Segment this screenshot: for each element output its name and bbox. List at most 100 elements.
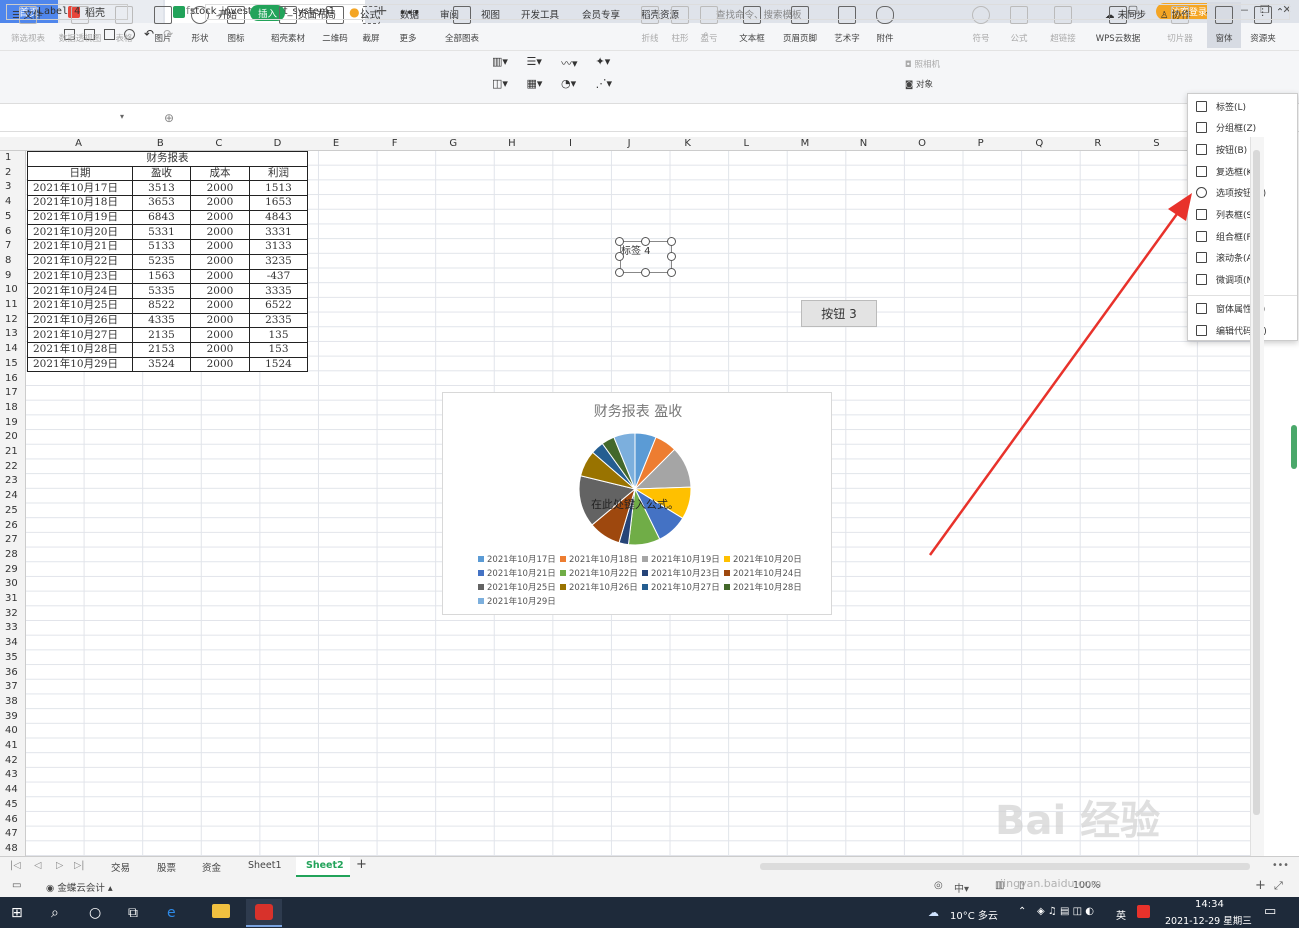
edge-browser-icon[interactable]: e [167,905,176,921]
stock-chart-icon[interactable]: ▦▾ [527,77,560,97]
row-header[interactable]: 36 [0,666,26,681]
row-header[interactable]: 1 [0,151,26,166]
name-box-dropdown-icon[interactable]: ▾ [120,112,124,121]
table-cell[interactable]: 5335 [132,283,191,299]
table-cell[interactable]: 1653 [249,195,308,211]
column-header[interactable]: J [600,137,659,151]
ribbon-picture[interactable]: 图片 [149,2,177,48]
header-revenue[interactable]: 盈收 [132,165,191,182]
scroll-thumb[interactable] [1253,150,1260,815]
table-cell[interactable]: 2000 [190,180,250,197]
table-cell[interactable]: 3133 [249,239,308,255]
row-header[interactable]: 31 [0,592,26,607]
cortana-icon[interactable]: ○ [89,905,101,921]
table-cell[interactable]: 5235 [132,253,191,270]
row-header[interactable]: 34 [0,636,26,651]
radar-chart-icon[interactable]: ✦▾ [596,55,629,75]
row-header[interactable]: 4 [0,195,26,210]
table-cell[interactable]: 6843 [132,209,191,226]
table-cell[interactable]: 153 [249,341,308,358]
table-cell[interactable]: -437 [249,268,308,285]
row-header[interactable]: 40 [0,724,26,739]
row-header[interactable]: 19 [0,416,26,431]
table-cell[interactable]: 2000 [190,268,250,285]
eye-protection-icon[interactable]: ◎ [934,880,943,891]
windows-start-icon[interactable]: ⊞ [11,905,23,921]
table-cell[interactable]: 8522 [132,297,191,314]
side-panel-handle[interactable] [1291,425,1297,469]
column-header[interactable]: O [893,137,952,151]
legend-item[interactable]: 2021年10月27日 [642,581,720,593]
row-header[interactable]: 3 [0,180,26,195]
column-chart-icon[interactable]: ▥▾ [492,55,525,75]
column-header[interactable]: S [1127,137,1186,151]
row-header[interactable]: 14 [0,342,26,357]
fx-label[interactable]: fx [186,4,196,17]
zoom-formula-icon[interactable]: ⊕ [164,111,174,125]
row-header[interactable]: 32 [0,607,26,622]
ribbon-camera[interactable]: ◘ 照相机 [905,58,940,70]
last-sheet-button[interactable]: ▷| [74,860,85,871]
input-language[interactable]: 英 [1116,907,1126,922]
formula-input[interactable] [205,4,1290,20]
column-header[interactable]: I [541,137,600,151]
column-header[interactable]: D [248,137,307,151]
header-date[interactable]: 日期 [27,165,133,182]
column-header[interactable]: F [365,137,424,151]
table-cell[interactable]: 3335 [249,283,308,299]
row-header[interactable]: 44 [0,783,26,798]
row-header[interactable]: 12 [0,313,26,328]
dropdown-item[interactable]: 复选框(K) [1196,161,1256,181]
row-header[interactable]: 16 [0,372,26,387]
table-cell[interactable]: 1513 [249,180,308,197]
resize-handle[interactable] [615,252,624,261]
zoom-in-button[interactable]: + [1255,878,1266,893]
task-view-icon[interactable]: ⧉ [128,905,138,921]
column-header[interactable]: R [1069,137,1128,151]
row-header[interactable]: 15 [0,357,26,372]
column-header[interactable]: Q [1010,137,1069,151]
table-cell[interactable]: 135 [249,327,308,343]
table-cell[interactable]: 2000 [190,253,250,270]
column-header[interactable]: G [424,137,483,151]
legend-item[interactable]: 2021年10月28日 [724,581,802,593]
table-cell[interactable]: 1524 [249,356,308,373]
row-header[interactable]: 11 [0,298,26,313]
sogou-input-icon[interactable] [1137,905,1150,918]
wps-taskbar-button[interactable] [246,899,282,927]
column-header[interactable]: C [190,137,249,151]
table-cell[interactable]: 2000 [190,327,250,343]
next-sheet-button[interactable]: ▷ [56,860,63,871]
column-header[interactable]: P [951,137,1010,151]
finance-table[interactable]: 财务报表 日期 盈收 成本 利润 2021年10月17日 3513 2000 1513… [27,151,308,373]
row-header[interactable]: 30 [0,577,26,592]
legend-item[interactable]: 2021年10月26日 [560,581,638,593]
row-header[interactable]: 45 [0,798,26,813]
column-header[interactable]: N [834,137,893,151]
row-header[interactable]: 17 [0,386,26,401]
notification-icon[interactable]: ▭ [1264,904,1276,919]
fullscreen-icon[interactable]: ⤢ [1274,879,1283,893]
sheet-tab-sheet2[interactable]: Sheet2 [306,860,344,871]
table-cell[interactable]: 2000 [190,195,250,211]
legend-item[interactable]: 2021年10月20日 [724,553,802,565]
header-profit[interactable]: 利润 [249,165,308,182]
pie-chart[interactable]: 财务报表 盈收 在此处键入公式。 2021年10月17日 2021年10月18日 2… [442,392,832,615]
row-header[interactable]: 8 [0,254,26,269]
kingdee-app[interactable]: ◉ 金蝶云会计 ▴ [46,880,113,894]
row-header[interactable]: 26 [0,519,26,534]
row-header[interactable]: 2 [0,166,26,181]
table-cell[interactable]: 2021年10月17日 [27,180,133,197]
legend-item[interactable]: 2021年10月17日 [478,553,556,565]
sheet-tab-sheet1[interactable]: Sheet1 [248,860,282,871]
sheet-more-icon[interactable]: ••• [1272,860,1289,871]
legend-item[interactable]: 2021年10月23日 [642,567,720,579]
column-header[interactable]: K [658,137,717,151]
table-cell[interactable]: 2021年10月25日 [27,297,133,314]
status-screen-icon[interactable]: ▭ [12,880,21,891]
table-cell[interactable]: 2000 [190,341,250,358]
row-header[interactable]: 20 [0,430,26,445]
table-cell[interactable]: 2021年10月28日 [27,341,133,358]
row-header[interactable]: 28 [0,548,26,563]
row-header[interactable]: 29 [0,563,26,578]
